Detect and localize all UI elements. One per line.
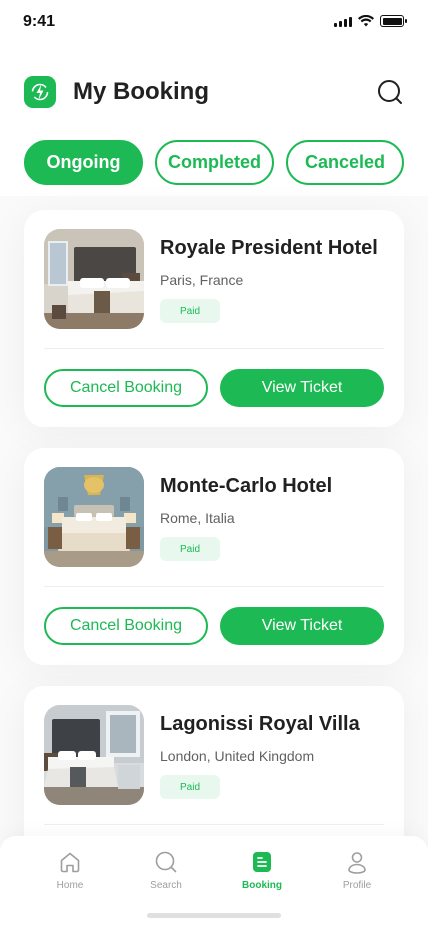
home-icon — [60, 852, 80, 873]
cancel-booking-button[interactable]: Cancel Booking — [44, 607, 208, 645]
status-badge: Paid — [160, 537, 220, 561]
status-time: 9:41 — [23, 13, 56, 30]
booking-card[interactable]: Royale President Hotel Paris, France Pai… — [24, 210, 404, 427]
tab-canceled[interactable]: Canceled — [286, 140, 404, 185]
hotel-name: Lagonissi Royal Villa — [160, 713, 360, 735]
search-icon — [378, 80, 402, 104]
view-ticket-button[interactable]: View Ticket — [220, 607, 384, 645]
booking-icon — [253, 852, 271, 872]
nav-label: Profile — [342, 880, 372, 891]
hotel-image — [44, 467, 144, 567]
hotel-image — [44, 229, 144, 329]
cancel-booking-button[interactable]: Cancel Booking — [44, 369, 208, 407]
wifi-icon — [358, 15, 374, 27]
app-header: My Booking — [0, 46, 428, 136]
signal-icon — [334, 15, 352, 27]
status-bar: 9:41 — [0, 0, 428, 46]
profile-icon — [348, 852, 366, 874]
view-ticket-button[interactable]: View Ticket — [220, 369, 384, 407]
tab-completed[interactable]: Completed — [155, 140, 274, 185]
hotel-name: Royale President Hotel — [160, 237, 378, 259]
nav-label: Home — [56, 880, 84, 891]
nav-label: Booking — [242, 880, 282, 891]
bolt-logo-icon — [24, 76, 56, 108]
booking-card[interactable]: Monte-Carlo Hotel Rome, Italia Paid Canc… — [24, 448, 404, 665]
hotel-image — [44, 705, 144, 805]
nav-item-home[interactable]: Home — [35, 850, 105, 894]
divider — [44, 824, 384, 825]
search-button[interactable] — [376, 78, 404, 106]
nav-item-profile[interactable]: Profile — [322, 850, 392, 894]
nav-label: Search — [150, 880, 182, 891]
home-indicator — [147, 913, 281, 918]
search-icon — [155, 851, 177, 873]
divider — [44, 586, 384, 587]
booking-tabs: Ongoing Completed Canceled — [0, 136, 428, 196]
page-title: My Booking — [73, 78, 209, 105]
hotel-name: Monte-Carlo Hotel — [160, 475, 333, 497]
tab-ongoing[interactable]: Ongoing — [24, 140, 143, 185]
status-badge: Paid — [160, 299, 220, 323]
hotel-location: Rome, Italia — [160, 510, 235, 526]
divider — [44, 348, 384, 349]
battery-icon — [380, 15, 407, 27]
status-badge: Paid — [160, 775, 220, 799]
nav-item-search[interactable]: Search — [131, 850, 201, 894]
hotel-location: Paris, France — [160, 272, 244, 288]
nav-item-booking[interactable]: Booking — [227, 850, 297, 894]
status-icons — [334, 15, 407, 27]
hotel-location: London, United Kingdom — [160, 748, 315, 764]
